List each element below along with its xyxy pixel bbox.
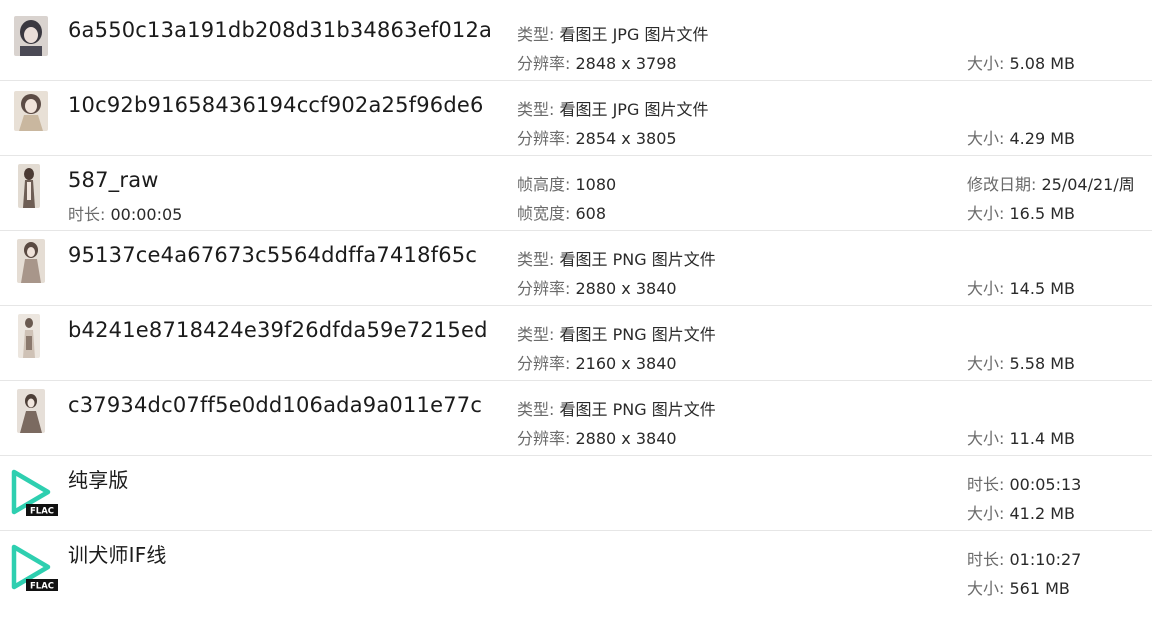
file-duration: 时长: 00:05:13	[967, 475, 1082, 494]
file-type: 类型: 看图王 JPG 图片文件	[517, 100, 709, 119]
file-size: 大小: 561 MB	[967, 579, 1070, 598]
image-thumbnail-icon	[14, 91, 48, 131]
file-resolution: 分辨率: 2854 x 3805	[517, 129, 677, 148]
file-size: 大小: 5.08 MB	[967, 54, 1075, 73]
file-name: c37934dc07ff5e0dd106ada9a011e77c	[68, 393, 483, 417]
file-row[interactable]: c37934dc07ff5e0dd106ada9a011e77c 类型: 看图王…	[0, 381, 1152, 456]
flac-play-icon: FLAC	[8, 466, 60, 518]
image-thumbnail-icon	[18, 314, 40, 358]
file-row[interactable]: FLAC 训犬师IF线 时长: 01:10:27 大小: 561 MB	[0, 531, 1152, 606]
file-row[interactable]: 587_raw 时长: 00:00:05 帧高度: 1080 帧宽度: 608 …	[0, 156, 1152, 231]
file-resolution: 分辨率: 2848 x 3798	[517, 54, 677, 73]
video-thumbnail-icon	[18, 164, 40, 208]
file-name: b4241e8718424e39f26dfda59e7215ed	[68, 318, 488, 342]
file-row[interactable]: FLAC 纯享版 时长: 00:05:13 大小: 41.2 MB	[0, 456, 1152, 531]
file-resolution: 分辨率: 2880 x 3840	[517, 279, 677, 298]
file-list: 6a550c13a191db208d31b34863ef012a 类型: 看图王…	[0, 6, 1152, 606]
modified-date: 修改日期: 25/04/21/周	[967, 175, 1135, 194]
file-name: 587_raw	[68, 168, 159, 192]
file-duration: 时长: 00:00:05	[68, 205, 183, 224]
file-type: 类型: 看图王 PNG 图片文件	[517, 250, 716, 269]
image-thumbnail-icon	[17, 389, 45, 433]
file-type: 类型: 看图王 PNG 图片文件	[517, 325, 716, 344]
file-size: 大小: 14.5 MB	[967, 279, 1075, 298]
frame-height: 帧高度: 1080	[517, 175, 617, 194]
file-resolution: 分辨率: 2160 x 3840	[517, 354, 677, 373]
file-duration: 时长: 01:10:27	[967, 550, 1082, 569]
frame-width: 帧宽度: 608	[517, 204, 607, 223]
file-name: 6a550c13a191db208d31b34863ef012a	[68, 18, 493, 42]
file-row[interactable]: 6a550c13a191db208d31b34863ef012a 类型: 看图王…	[0, 6, 1152, 81]
file-resolution: 分辨率: 2880 x 3840	[517, 429, 677, 448]
file-row[interactable]: 95137ce4a67673c5564ddffa7418f65c 类型: 看图王…	[0, 231, 1152, 306]
file-type: 类型: 看图王 JPG 图片文件	[517, 25, 709, 44]
file-row[interactable]: b4241e8718424e39f26dfda59e7215ed 类型: 看图王…	[0, 306, 1152, 381]
file-size: 大小: 11.4 MB	[967, 429, 1075, 448]
flac-play-icon: FLAC	[8, 541, 60, 593]
file-type: 类型: 看图王 PNG 图片文件	[517, 400, 716, 419]
file-size: 大小: 4.29 MB	[967, 129, 1075, 148]
file-row[interactable]: 10c92b91658436194ccf902a25f96de6 类型: 看图王…	[0, 81, 1152, 156]
file-name: 纯享版	[68, 468, 129, 492]
file-name: 训犬师IF线	[68, 543, 167, 567]
svg-text:FLAC: FLAC	[30, 582, 54, 592]
file-name: 10c92b91658436194ccf902a25f96de6	[68, 93, 484, 117]
file-name: 95137ce4a67673c5564ddffa7418f65c	[68, 243, 478, 267]
file-size: 大小: 5.58 MB	[967, 354, 1075, 373]
svg-text:FLAC: FLAC	[30, 507, 54, 517]
file-size: 大小: 41.2 MB	[967, 504, 1075, 523]
image-thumbnail-icon	[17, 239, 45, 283]
image-thumbnail-icon	[14, 16, 48, 56]
file-size: 大小: 16.5 MB	[967, 204, 1075, 223]
